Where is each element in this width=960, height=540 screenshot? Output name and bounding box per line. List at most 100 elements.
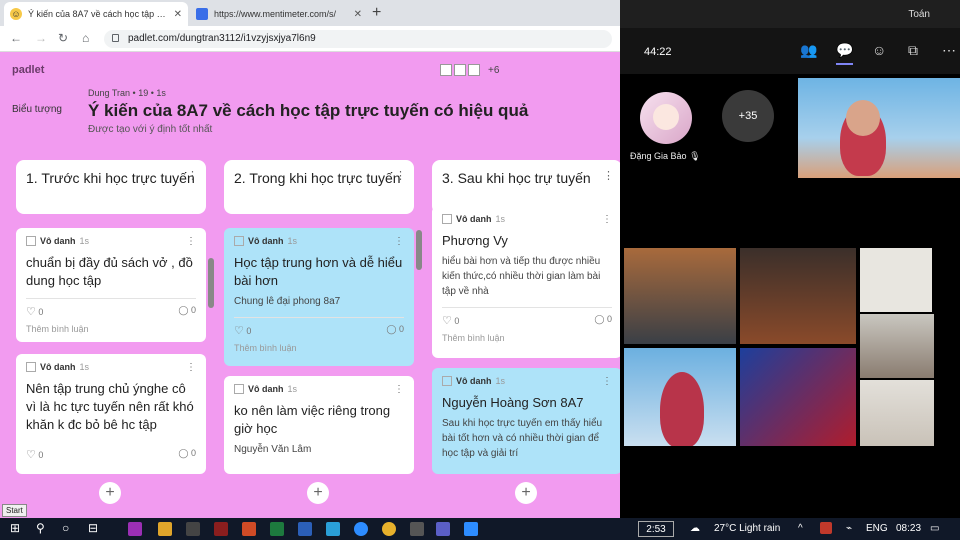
post-body: Chung lê đại phong 8a7: [234, 296, 341, 307]
post-meta: Vô danh 1s ⋮: [442, 374, 612, 388]
participant-video-tile[interactable]: [860, 314, 934, 378]
add-comment-field[interactable]: Thêm bình luận: [234, 343, 404, 353]
more-options-icon[interactable]: ⋮: [187, 166, 198, 186]
post-time: 1s: [287, 236, 298, 246]
post-card[interactable]: Vô danh 1s ⋮ Phương Vy hiểu bài hơn và t…: [432, 206, 620, 358]
system-clock[interactable]: 08:23: [896, 523, 921, 534]
post-card[interactable]: Vô danh 1s ⋮ chuẩn bị đầy đủ sách vở , đ…: [16, 228, 206, 342]
comment-count: 0: [606, 314, 612, 324]
app-icon[interactable]: [214, 522, 228, 536]
new-tab-icon[interactable]: +: [372, 4, 381, 22]
board-title: Ý kiến của 8A7 về cách học tập trực tuyế…: [88, 101, 529, 120]
forward-icon[interactable]: →: [35, 31, 47, 45]
post-body: hiểu bài hơn và tiếp thu được nhiều kiến…: [442, 256, 601, 297]
url-field[interactable]: padlet.com/dungtran3112/i1vzyjsxjya7l6n9: [104, 30, 612, 48]
comment-button[interactable]: ◯ 0: [178, 448, 196, 461]
zoom-icon[interactable]: [354, 522, 368, 536]
cortana-icon[interactable]: ○: [62, 521, 69, 535]
close-tab-icon[interactable]: ✕: [354, 9, 362, 20]
reload-icon[interactable]: ↻: [58, 31, 68, 45]
more-options-icon[interactable]: ⋮: [603, 166, 614, 186]
add-comment-field[interactable]: Thêm bình luận: [442, 333, 612, 343]
more-options-icon[interactable]: ⋮: [394, 236, 404, 247]
author-name: Dung Tran: [88, 88, 131, 98]
post-heading: Phương Vy: [442, 233, 508, 248]
padlet-logo[interactable]: padlet: [12, 64, 44, 76]
network-icon[interactable]: ⌁: [846, 523, 852, 534]
tray-app-icon[interactable]: [820, 522, 832, 534]
comment-count: 0: [398, 324, 404, 334]
participant-video-tile[interactable]: [740, 348, 856, 446]
add-comment-field[interactable]: Thêm bình luận: [26, 324, 196, 334]
more-options-icon[interactable]: ⋮: [186, 236, 196, 247]
tray-chevron-icon[interactable]: ^: [798, 523, 803, 534]
post-time: 1s: [79, 362, 90, 372]
participant-video-tile[interactable]: [624, 248, 736, 344]
participant-video-tile[interactable]: [860, 380, 934, 446]
edge-icon[interactable]: [326, 522, 340, 536]
reactions-icon[interactable]: ☺: [872, 42, 886, 58]
home-icon[interactable]: ⌂: [82, 31, 89, 45]
more-options-icon[interactable]: ⋮: [394, 384, 404, 395]
comment-icon: ◯: [178, 448, 189, 458]
app-icon[interactable]: [410, 522, 424, 536]
app-icon[interactable]: [128, 522, 142, 536]
more-options-icon[interactable]: ⋮: [602, 376, 612, 387]
comment-icon: ◯: [178, 305, 189, 315]
back-icon[interactable]: ←: [10, 31, 22, 45]
powerpoint-icon[interactable]: [242, 522, 256, 536]
post-meta: Vô danh 1s ⋮: [234, 382, 404, 396]
post-card[interactable]: Vô danh 1s ⋮ Học tập trung hơn và dễ hiể…: [224, 228, 414, 366]
like-button[interactable]: ♡ 0: [442, 314, 459, 327]
avatar-icon: [26, 236, 36, 246]
post-card[interactable]: Vô danh 1s ⋮ Nguyễn Hoàng Sơn 8A7 Sau kh…: [432, 368, 620, 474]
weather-icon[interactable]: ☁: [690, 523, 700, 534]
active-speaker-video[interactable]: [798, 78, 960, 178]
post-meta: Vô danh 1s ⋮: [26, 234, 196, 248]
participant-avatar[interactable]: [640, 92, 692, 144]
column-scrollbar[interactable]: [208, 258, 214, 308]
search-icon[interactable]: ⚲: [36, 521, 45, 535]
excel-icon[interactable]: [270, 522, 284, 536]
participants-icon[interactable]: 👥: [800, 42, 817, 59]
zoom-chat-icon[interactable]: [464, 522, 478, 536]
task-view-icon[interactable]: ⊟: [88, 521, 98, 535]
contributor-icon: [454, 64, 466, 76]
add-post-button[interactable]: +: [99, 482, 121, 504]
tab-padlet[interactable]: ☺ Ý kiến của 8A7 về cách học tập trực tu…: [4, 2, 188, 26]
like-button[interactable]: ♡ 0: [234, 324, 251, 337]
participant-video-tile[interactable]: [740, 248, 856, 344]
word-icon[interactable]: [298, 522, 312, 536]
weather-status[interactable]: 27°C Light rain: [714, 523, 780, 534]
participant-video-tile[interactable]: [624, 348, 736, 446]
column-scrollbar[interactable]: [416, 230, 422, 270]
heart-icon: ♡: [26, 449, 36, 461]
close-tab-icon[interactable]: ✕: [174, 9, 182, 20]
comment-button[interactable]: ◯ 0: [386, 324, 404, 337]
share-icon[interactable]: ⧉: [908, 42, 918, 59]
post-reactions: ♡ 0 ◯ 0: [26, 442, 196, 461]
chat-icon[interactable]: 💬: [836, 42, 854, 65]
teams-icon[interactable]: [436, 522, 450, 536]
post-card[interactable]: Vô danh 1s ⋮ ko nên làm việc riêng trong…: [224, 376, 414, 474]
notifications-icon[interactable]: ▭: [930, 523, 939, 534]
comment-button[interactable]: ◯ 0: [594, 314, 612, 327]
chrome-icon[interactable]: [382, 522, 396, 536]
like-button[interactable]: ♡ 0: [26, 448, 43, 461]
participant-video-tile[interactable]: [860, 248, 932, 312]
file-explorer-icon[interactable]: [158, 522, 172, 536]
more-options-icon[interactable]: ⋮: [395, 166, 406, 186]
add-post-button[interactable]: +: [307, 482, 329, 504]
app-icon[interactable]: [186, 522, 200, 536]
windows-start-icon[interactable]: ⊞: [10, 521, 20, 535]
post-card[interactable]: Vô danh 1s ⋮ Nên tập trung chủ ýnghe cô …: [16, 354, 206, 474]
more-participants-button[interactable]: +35: [722, 90, 774, 142]
language-indicator[interactable]: ENG: [866, 523, 888, 534]
comment-button[interactable]: ◯ 0: [178, 305, 196, 318]
like-button[interactable]: ♡ 0: [26, 305, 43, 318]
add-post-button[interactable]: +: [515, 482, 537, 504]
tab-mentimeter[interactable]: https://www.mentimeter.com/s/ ✕: [190, 2, 368, 26]
more-options-icon[interactable]: ⋮: [602, 214, 612, 225]
more-actions-icon[interactable]: ⋯: [942, 42, 956, 59]
more-options-icon[interactable]: ⋮: [186, 362, 196, 373]
